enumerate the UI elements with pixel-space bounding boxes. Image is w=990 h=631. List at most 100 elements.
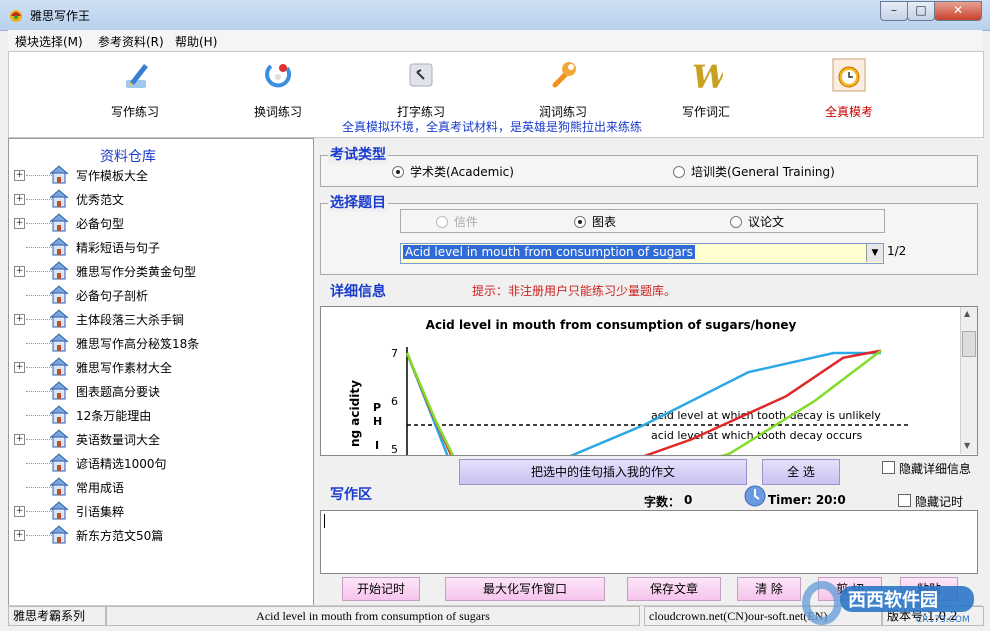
house-icon <box>49 429 69 448</box>
radio-dot <box>574 215 586 228</box>
expand-icon[interactable]: + <box>14 362 25 373</box>
expand-icon[interactable]: + <box>14 530 25 541</box>
tree-item-label: 图表题高分要诀 <box>76 385 161 399</box>
start-timer-button[interactable]: 开始记时 <box>342 577 420 601</box>
word-count-label: 字数： <box>644 495 681 509</box>
tree-item[interactable]: + 主体段落三大杀手锏 <box>14 308 304 332</box>
scroll-up-icon[interactable]: ▲ <box>964 309 970 318</box>
hide-detail-checkbox[interactable] <box>882 461 895 474</box>
chart: Acid level in mouth from consumption of … <box>348 318 911 455</box>
dropdown-arrow-icon[interactable]: ▼ <box>866 244 883 262</box>
radio-essay[interactable]: 议论文 <box>730 213 784 230</box>
tree-item[interactable]: + 新东方范文50篇 <box>14 524 304 548</box>
wrench-icon <box>552 62 576 88</box>
maximize-button[interactable]: □ <box>907 1 935 21</box>
watermark-logo: 西西软件园 CR173.COM <box>802 581 974 625</box>
tree-item[interactable]: 必备句子剖析 <box>14 284 304 308</box>
chart-scrollbar[interactable]: ▲ ▼ <box>960 307 977 454</box>
tool-polish-practice[interactable]: 润词练习 <box>508 58 618 120</box>
save-article-button[interactable]: 保存文章 <box>627 577 721 601</box>
menu-reference[interactable]: 参考资料(R) <box>98 33 164 50</box>
hide-timer-checkbox[interactable] <box>898 494 911 507</box>
svg-text:W: W <box>692 58 723 92</box>
y-tick-label: 5 <box>391 443 398 455</box>
tree-item[interactable]: 雅思写作高分秘笈18条 <box>14 332 304 356</box>
tree-item[interactable]: 12条万能理由 <box>14 404 304 428</box>
w-letter-icon: W <box>692 58 731 96</box>
expand-icon[interactable]: + <box>14 506 25 517</box>
radio-chart[interactable]: 图表 <box>574 213 616 230</box>
tool-swap-practice[interactable]: 换词练习 <box>223 58 333 120</box>
tree-item[interactable]: 图表题高分要诀 <box>14 380 304 404</box>
chart-ylabel-p: P <box>373 401 381 414</box>
tree-item-label: 雅思写作高分秘笈18条 <box>76 337 200 351</box>
select-all-button[interactable]: 全 选 <box>762 459 840 485</box>
window-title: 雅思写作王 <box>30 9 91 23</box>
expand-icon[interactable]: + <box>14 194 25 205</box>
hide-detail-label: 隐藏详细信息 <box>899 462 972 476</box>
expand-icon[interactable]: + <box>14 314 25 325</box>
house-icon <box>49 405 69 424</box>
writing-textarea[interactable] <box>320 510 978 574</box>
tree-item[interactable]: + 写作模板大全 <box>14 164 304 188</box>
insert-sentence-button[interactable]: 把选中的佳句插入我的作文 <box>459 459 747 485</box>
tool-typing-practice[interactable]: 打字练习 <box>366 58 476 120</box>
radio-label: 议论文 <box>748 215 785 229</box>
house-icon <box>49 381 69 400</box>
detail-hint: 提示：非注册用户只能练习少量题库。 <box>472 284 677 298</box>
tree-item-label: 必备句型 <box>76 217 125 231</box>
tree-item-label: 必备句子剖析 <box>76 289 149 303</box>
radio-general-training[interactable]: 培训类(General Training) <box>673 163 835 180</box>
house-icon <box>49 357 69 376</box>
radio-dot <box>730 215 742 228</box>
tree-item[interactable]: 精彩短语与句子 <box>14 236 304 260</box>
chart-ylabel-h: H <box>373 415 382 428</box>
tree-item-label: 谚语精选1000句 <box>76 457 167 471</box>
tree-item[interactable]: 常用成语 <box>14 476 304 500</box>
menu-help[interactable]: 帮助(H) <box>175 33 217 50</box>
radio-academic[interactable]: 学术类(Academic) <box>392 163 514 180</box>
radio-letter: 信件 <box>436 213 478 230</box>
house-icon <box>49 333 69 352</box>
expand-icon[interactable]: + <box>14 434 25 445</box>
clear-button[interactable]: 清 除 <box>737 577 801 601</box>
minimize-button[interactable]: – <box>880 1 908 21</box>
detail-title: 详细信息 <box>330 284 386 300</box>
tree-item-label: 写作模板大全 <box>76 169 149 183</box>
tree-item[interactable]: + 必备句型 <box>14 212 304 236</box>
reference-label: acid level at which tooth decay is unlik… <box>651 409 881 422</box>
text-cursor <box>324 514 325 528</box>
radio-label: 信件 <box>454 215 479 229</box>
tree-item[interactable]: + 英语数量词大全 <box>14 428 304 452</box>
maximize-writing-button[interactable]: 最大化写作窗口 <box>445 577 605 601</box>
tool-writing-vocab[interactable]: W 写作词汇 <box>651 58 761 120</box>
expand-icon[interactable]: + <box>14 170 25 181</box>
tool-writing-practice[interactable]: 写作练习 <box>80 58 190 120</box>
tree-item[interactable]: + 雅思写作分类黄金句型 <box>14 260 304 284</box>
tree-item-label: 英语数量词大全 <box>76 433 161 447</box>
tree-item[interactable]: + 优秀范文 <box>14 188 304 212</box>
y-tick-label: 6 <box>391 395 398 408</box>
tree-item-label: 雅思写作素材大全 <box>76 361 173 375</box>
keyboard-icon <box>409 63 433 87</box>
write-title: 写作区 <box>330 487 372 503</box>
expand-icon[interactable]: + <box>14 218 25 229</box>
y-tick-label: 7 <box>391 347 398 360</box>
tool-mock-exam[interactable]: 全真模考 <box>794 58 904 120</box>
chart-ylabel-partial: ng acidity <box>348 380 362 447</box>
house-icon <box>49 525 69 544</box>
scroll-down-icon[interactable]: ▼ <box>964 441 970 450</box>
tree-item[interactable]: + 雅思写作素材大全 <box>14 356 304 380</box>
app-icon <box>10 10 22 22</box>
status-series: 雅思考霸系列 <box>8 606 106 626</box>
tree-item[interactable]: + 引语集粹 <box>14 500 304 524</box>
radio-dot <box>436 215 448 228</box>
scroll-thumb[interactable] <box>962 331 976 357</box>
house-icon <box>49 477 69 496</box>
close-button[interactable]: ✕ <box>934 1 982 21</box>
tree-item-label: 主体段落三大杀手锏 <box>76 313 185 327</box>
expand-icon[interactable]: + <box>14 266 25 277</box>
tree-item[interactable]: 谚语精选1000句 <box>14 452 304 476</box>
chart-marks: 7 6 5 acid level at which tooth decay is un… <box>391 347 911 455</box>
menu-module-select[interactable]: 模块选择(M) <box>15 33 83 50</box>
